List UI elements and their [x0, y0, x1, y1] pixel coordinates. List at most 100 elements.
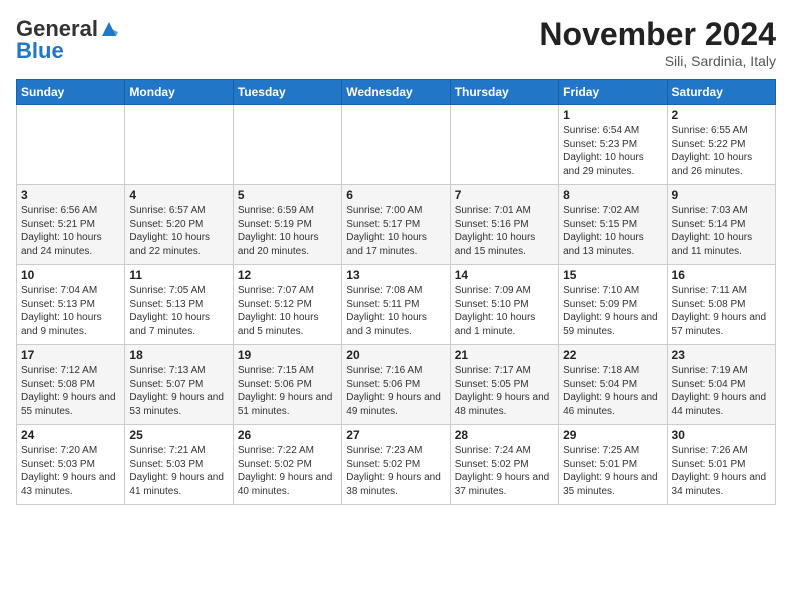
- logo: General Blue: [16, 16, 118, 64]
- day-cell: 3 Sunrise: 6:56 AM Sunset: 5:21 PM Daylig…: [17, 185, 125, 265]
- week-row-5: 24 Sunrise: 7:20 AM Sunset: 5:03 PM Dayli…: [17, 425, 776, 505]
- day-cell: 13Sunrise: 7:08 AM Sunset: 5:11 PM Dayli…: [342, 265, 450, 345]
- week-row-1: 1 Sunrise: 6:54 AM Sunset: 5:23 PM Daylig…: [17, 105, 776, 185]
- day-cell: 20 Sunrise: 7:16 AM Sunset: 5:06 PM Dayli…: [342, 345, 450, 425]
- day-cell: 30Sunrise: 7:26 AM Sunset: 5:01 PM Dayli…: [667, 425, 775, 505]
- day-cell: 19 Sunrise: 7:15 AM Sunset: 5:06 PM Dayli…: [233, 345, 341, 425]
- col-thursday: Thursday: [450, 80, 558, 105]
- day-info: Sunrise: 7:12 AM Sunset: 5:08 PM Dayligh…: [21, 364, 120, 418]
- day-info: Sunrise: 7:09 AM Sunset: 5:10 PM Dayligh…: [455, 284, 554, 338]
- day-number: 6: [346, 188, 445, 202]
- day-number: 22: [563, 348, 662, 362]
- title-block: November 2024 Sili, Sardinia, Italy: [539, 16, 776, 69]
- day-number: 17: [21, 348, 120, 362]
- day-number: 9: [672, 188, 771, 202]
- day-cell: [342, 105, 450, 185]
- day-cell: 15 Sunrise: 7:10 AM Sunset: 5:09 PM Dayli…: [559, 265, 667, 345]
- col-monday: Monday: [125, 80, 233, 105]
- day-number: 25: [129, 428, 228, 442]
- day-cell: 29 Sunrise: 7:25 AM Sunset: 5:01 PM Dayli…: [559, 425, 667, 505]
- day-info: Sunrise: 7:16 AM Sunset: 5:06 PM Dayligh…: [346, 364, 445, 418]
- day-cell: 1 Sunrise: 6:54 AM Sunset: 5:23 PM Daylig…: [559, 105, 667, 185]
- day-number: 26: [238, 428, 337, 442]
- day-info: Sunrise: 7:21 AM Sunset: 5:03 PM Dayligh…: [129, 444, 228, 498]
- calendar: Sunday Monday Tuesday Wednesday Thursday…: [16, 79, 776, 505]
- day-number: 4: [129, 188, 228, 202]
- week-row-4: 17 Sunrise: 7:12 AM Sunset: 5:08 PM Dayli…: [17, 345, 776, 425]
- weekday-row: Sunday Monday Tuesday Wednesday Thursday…: [17, 80, 776, 105]
- day-info: Sunrise: 7:20 AM Sunset: 5:03 PM Dayligh…: [21, 444, 120, 498]
- header: General Blue November 2024 Sili, Sardini…: [16, 16, 776, 69]
- day-number: 19: [238, 348, 337, 362]
- day-number: 20: [346, 348, 445, 362]
- day-cell: 10 Sunrise: 7:04 AM Sunset: 5:13 PM Dayli…: [17, 265, 125, 345]
- day-cell: 8Sunrise: 7:02 AM Sunset: 5:15 PM Daylig…: [559, 185, 667, 265]
- month-title: November 2024: [539, 16, 776, 53]
- day-info: Sunrise: 7:00 AM Sunset: 5:17 PM Dayligh…: [346, 204, 445, 258]
- day-number: 3: [21, 188, 120, 202]
- day-number: 10: [21, 268, 120, 282]
- location: Sili, Sardinia, Italy: [539, 53, 776, 69]
- day-cell: 24 Sunrise: 7:20 AM Sunset: 5:03 PM Dayli…: [17, 425, 125, 505]
- day-info: Sunrise: 6:57 AM Sunset: 5:20 PM Dayligh…: [129, 204, 228, 258]
- day-cell: 16 Sunrise: 7:11 AM Sunset: 5:08 PM Dayli…: [667, 265, 775, 345]
- day-cell: 18Sunrise: 7:13 AM Sunset: 5:07 PM Dayli…: [125, 345, 233, 425]
- page: General Blue November 2024 Sili, Sardini…: [0, 0, 792, 612]
- day-info: Sunrise: 6:54 AM Sunset: 5:23 PM Dayligh…: [563, 124, 662, 178]
- day-number: 18: [129, 348, 228, 362]
- day-cell: [450, 105, 558, 185]
- day-cell: 12Sunrise: 7:07 AM Sunset: 5:12 PM Dayli…: [233, 265, 341, 345]
- day-cell: 4 Sunrise: 6:57 AM Sunset: 5:20 PM Daylig…: [125, 185, 233, 265]
- day-info: Sunrise: 7:08 AM Sunset: 5:11 PM Dayligh…: [346, 284, 445, 338]
- col-tuesday: Tuesday: [233, 80, 341, 105]
- day-info: Sunrise: 7:15 AM Sunset: 5:06 PM Dayligh…: [238, 364, 337, 418]
- day-number: 11: [129, 268, 228, 282]
- day-info: Sunrise: 7:02 AM Sunset: 5:15 PM Dayligh…: [563, 204, 662, 258]
- day-number: 29: [563, 428, 662, 442]
- day-info: Sunrise: 7:01 AM Sunset: 5:16 PM Dayligh…: [455, 204, 554, 258]
- day-cell: 28Sunrise: 7:24 AM Sunset: 5:02 PM Dayli…: [450, 425, 558, 505]
- day-info: Sunrise: 7:18 AM Sunset: 5:04 PM Dayligh…: [563, 364, 662, 418]
- day-cell: 9 Sunrise: 7:03 AM Sunset: 5:14 PM Daylig…: [667, 185, 775, 265]
- day-cell: 27 Sunrise: 7:23 AM Sunset: 5:02 PM Dayli…: [342, 425, 450, 505]
- day-cell: [233, 105, 341, 185]
- day-info: Sunrise: 7:23 AM Sunset: 5:02 PM Dayligh…: [346, 444, 445, 498]
- day-number: 27: [346, 428, 445, 442]
- day-cell: 2Sunrise: 6:55 AM Sunset: 5:22 PM Daylig…: [667, 105, 775, 185]
- day-cell: 5Sunrise: 6:59 AM Sunset: 5:19 PM Daylig…: [233, 185, 341, 265]
- day-number: 14: [455, 268, 554, 282]
- logo-icon: [100, 20, 118, 38]
- day-info: Sunrise: 7:10 AM Sunset: 5:09 PM Dayligh…: [563, 284, 662, 338]
- day-number: 16: [672, 268, 771, 282]
- day-number: 15: [563, 268, 662, 282]
- week-row-3: 10 Sunrise: 7:04 AM Sunset: 5:13 PM Dayli…: [17, 265, 776, 345]
- day-info: Sunrise: 7:03 AM Sunset: 5:14 PM Dayligh…: [672, 204, 771, 258]
- day-cell: 14 Sunrise: 7:09 AM Sunset: 5:10 PM Dayli…: [450, 265, 558, 345]
- day-info: Sunrise: 7:24 AM Sunset: 5:02 PM Dayligh…: [455, 444, 554, 498]
- day-number: 5: [238, 188, 337, 202]
- day-number: 2: [672, 108, 771, 122]
- col-saturday: Saturday: [667, 80, 775, 105]
- day-cell: 22 Sunrise: 7:18 AM Sunset: 5:04 PM Dayli…: [559, 345, 667, 425]
- day-number: 23: [672, 348, 771, 362]
- day-cell: 26 Sunrise: 7:22 AM Sunset: 5:02 PM Dayli…: [233, 425, 341, 505]
- col-friday: Friday: [559, 80, 667, 105]
- day-cell: 17 Sunrise: 7:12 AM Sunset: 5:08 PM Dayli…: [17, 345, 125, 425]
- day-info: Sunrise: 6:56 AM Sunset: 5:21 PM Dayligh…: [21, 204, 120, 258]
- day-number: 7: [455, 188, 554, 202]
- day-cell: 21 Sunrise: 7:17 AM Sunset: 5:05 PM Dayli…: [450, 345, 558, 425]
- day-cell: 11Sunrise: 7:05 AM Sunset: 5:13 PM Dayli…: [125, 265, 233, 345]
- day-number: 1: [563, 108, 662, 122]
- day-info: Sunrise: 7:25 AM Sunset: 5:01 PM Dayligh…: [563, 444, 662, 498]
- day-info: Sunrise: 7:04 AM Sunset: 5:13 PM Dayligh…: [21, 284, 120, 338]
- col-sunday: Sunday: [17, 80, 125, 105]
- day-info: Sunrise: 7:11 AM Sunset: 5:08 PM Dayligh…: [672, 284, 771, 338]
- calendar-body: 1 Sunrise: 6:54 AM Sunset: 5:23 PM Daylig…: [17, 105, 776, 505]
- day-number: 24: [21, 428, 120, 442]
- day-cell: 23Sunrise: 7:19 AM Sunset: 5:04 PM Dayli…: [667, 345, 775, 425]
- day-cell: [125, 105, 233, 185]
- day-info: Sunrise: 7:22 AM Sunset: 5:02 PM Dayligh…: [238, 444, 337, 498]
- day-cell: 25 Sunrise: 7:21 AM Sunset: 5:03 PM Dayli…: [125, 425, 233, 505]
- day-info: Sunrise: 7:17 AM Sunset: 5:05 PM Dayligh…: [455, 364, 554, 418]
- day-number: 21: [455, 348, 554, 362]
